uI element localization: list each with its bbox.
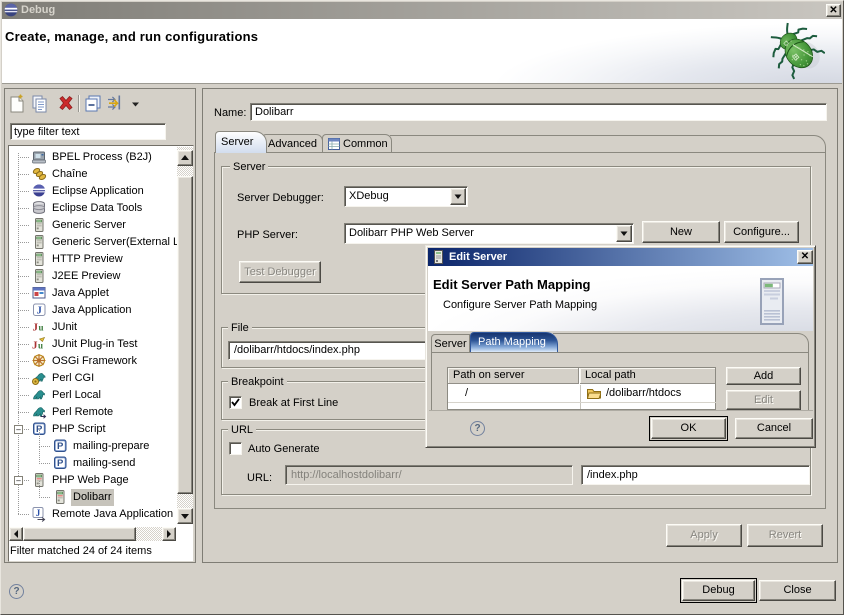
svg-text:P: P — [57, 458, 64, 469]
svg-text:u: u — [39, 323, 44, 333]
svg-text:u: u — [38, 341, 43, 351]
svg-text:P: P — [57, 441, 64, 452]
svg-text:J: J — [36, 508, 41, 518]
svg-text:J: J — [37, 306, 42, 317]
